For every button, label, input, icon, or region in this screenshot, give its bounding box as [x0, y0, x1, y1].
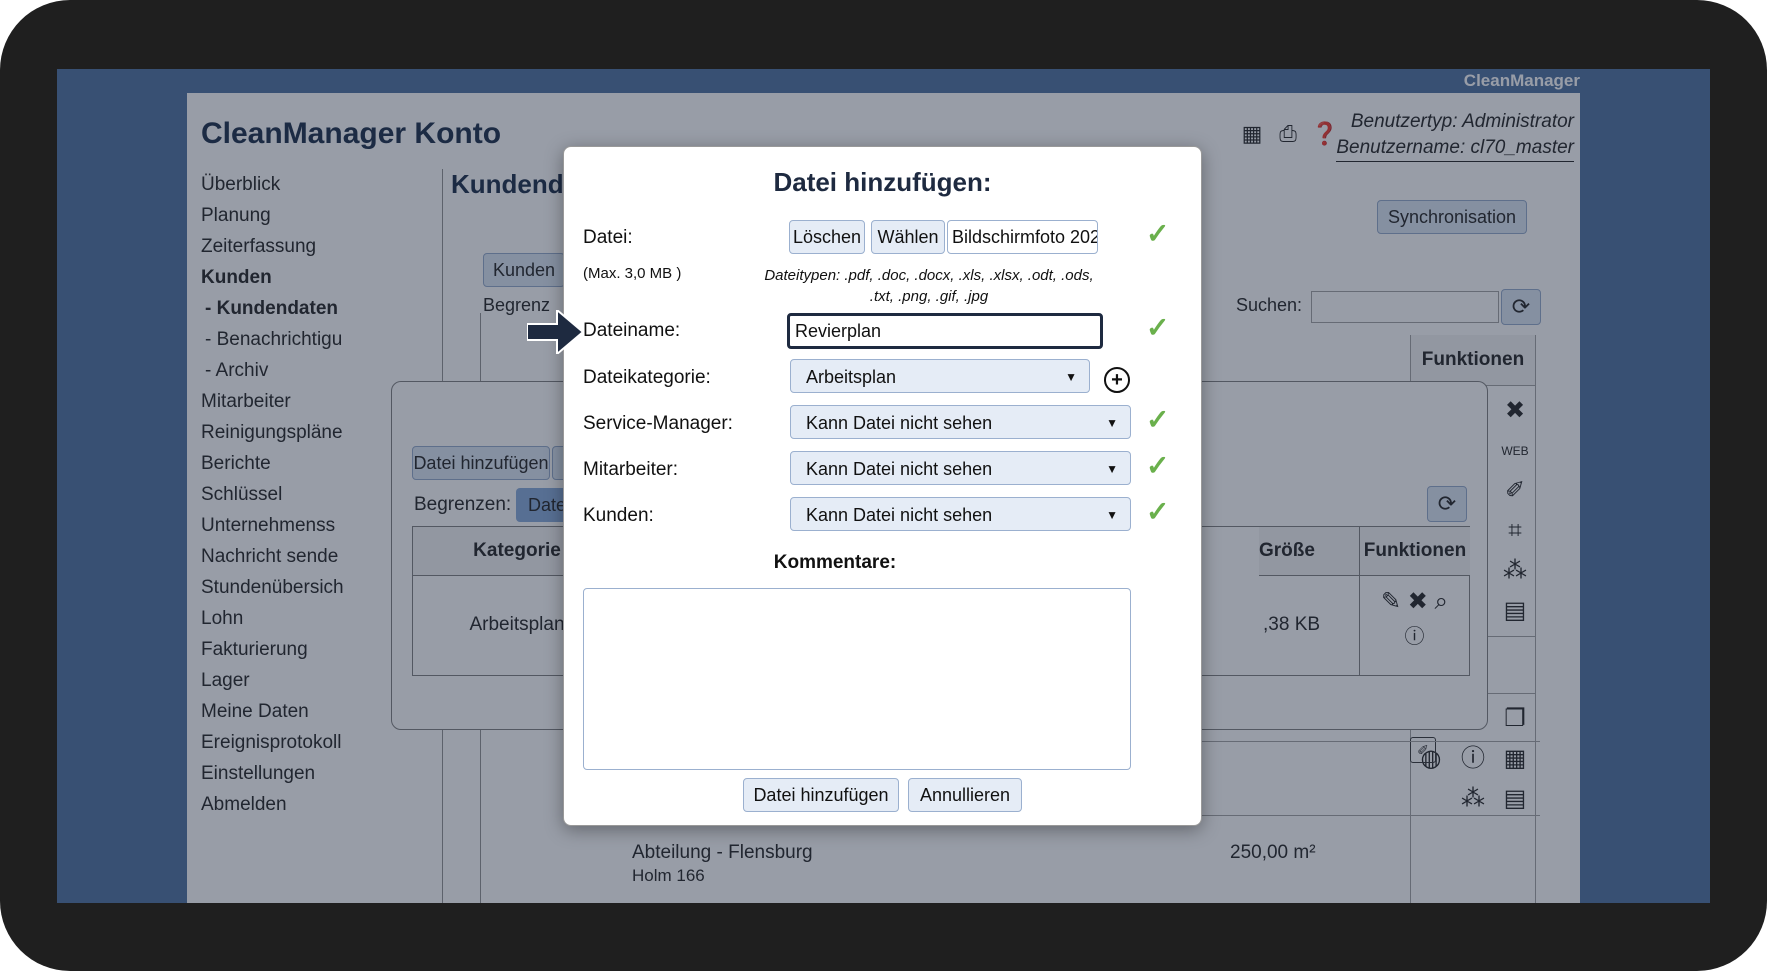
add-category-icon[interactable]: + [1104, 367, 1130, 393]
comments-textarea[interactable] [583, 588, 1131, 770]
file-label: Datei: [583, 227, 633, 248]
chevron-down-icon: ▼ [1106, 462, 1118, 476]
customer-label: Kunden: [583, 505, 654, 526]
max-size-label: (Max. 3,0 MB ) [583, 265, 682, 282]
delete-button[interactable]: Löschen [789, 220, 865, 254]
add-file-dialog: Datei hinzufügen: Datei: (Max. 3,0 MB ) … [563, 146, 1202, 826]
category-select[interactable]: Arbeitsplan ▼ [790, 359, 1090, 393]
device-frame: CleanManager CleanManager Konto ▦ ⎙ ❓ Be… [0, 0, 1767, 971]
submit-add-file-button[interactable]: Datei hinzufügen [743, 778, 899, 812]
check-icon: ✓ [1146, 496, 1170, 527]
service-manager-select[interactable]: Kann Datei nicht sehen ▼ [790, 405, 1131, 439]
check-icon: ✓ [1146, 218, 1170, 249]
chevron-down-icon: ▼ [1065, 370, 1077, 384]
customer-select-value: Kann Datei nicht sehen [806, 505, 993, 525]
check-icon: ✓ [1146, 450, 1170, 481]
choose-button[interactable]: Wählen [871, 220, 945, 254]
category-label: Dateikategorie: [583, 367, 711, 388]
file-types-info: Dateitypen: .pdf, .doc, .docx, .xls, .xl… [764, 267, 1094, 305]
chevron-down-icon: ▼ [1106, 416, 1118, 430]
employee-select-value: Kann Datei nicht sehen [806, 459, 993, 479]
pointer-arrow-icon [527, 310, 583, 354]
filename-input[interactable]: Revierplan [787, 313, 1103, 349]
employee-select[interactable]: Kann Datei nicht sehen ▼ [790, 451, 1131, 485]
file-name-display: Bildschirmfoto 2024-06 [947, 220, 1098, 254]
dialog-title: Datei hinzufügen: [773, 167, 992, 197]
service-manager-label: Service-Manager: [583, 413, 733, 434]
cancel-button[interactable]: Annullieren [908, 778, 1022, 812]
filename-label: Dateiname: [583, 320, 681, 341]
chevron-down-icon: ▼ [1106, 508, 1118, 522]
category-select-value: Arbeitsplan [806, 367, 897, 387]
employee-label: Mitarbeiter: [583, 459, 679, 480]
comments-label: Kommentare: [773, 552, 897, 573]
service-manager-select-value: Kann Datei nicht sehen [806, 413, 993, 433]
check-icon: ✓ [1146, 404, 1170, 435]
customer-select[interactable]: Kann Datei nicht sehen ▼ [790, 497, 1131, 531]
check-icon: ✓ [1146, 312, 1170, 343]
